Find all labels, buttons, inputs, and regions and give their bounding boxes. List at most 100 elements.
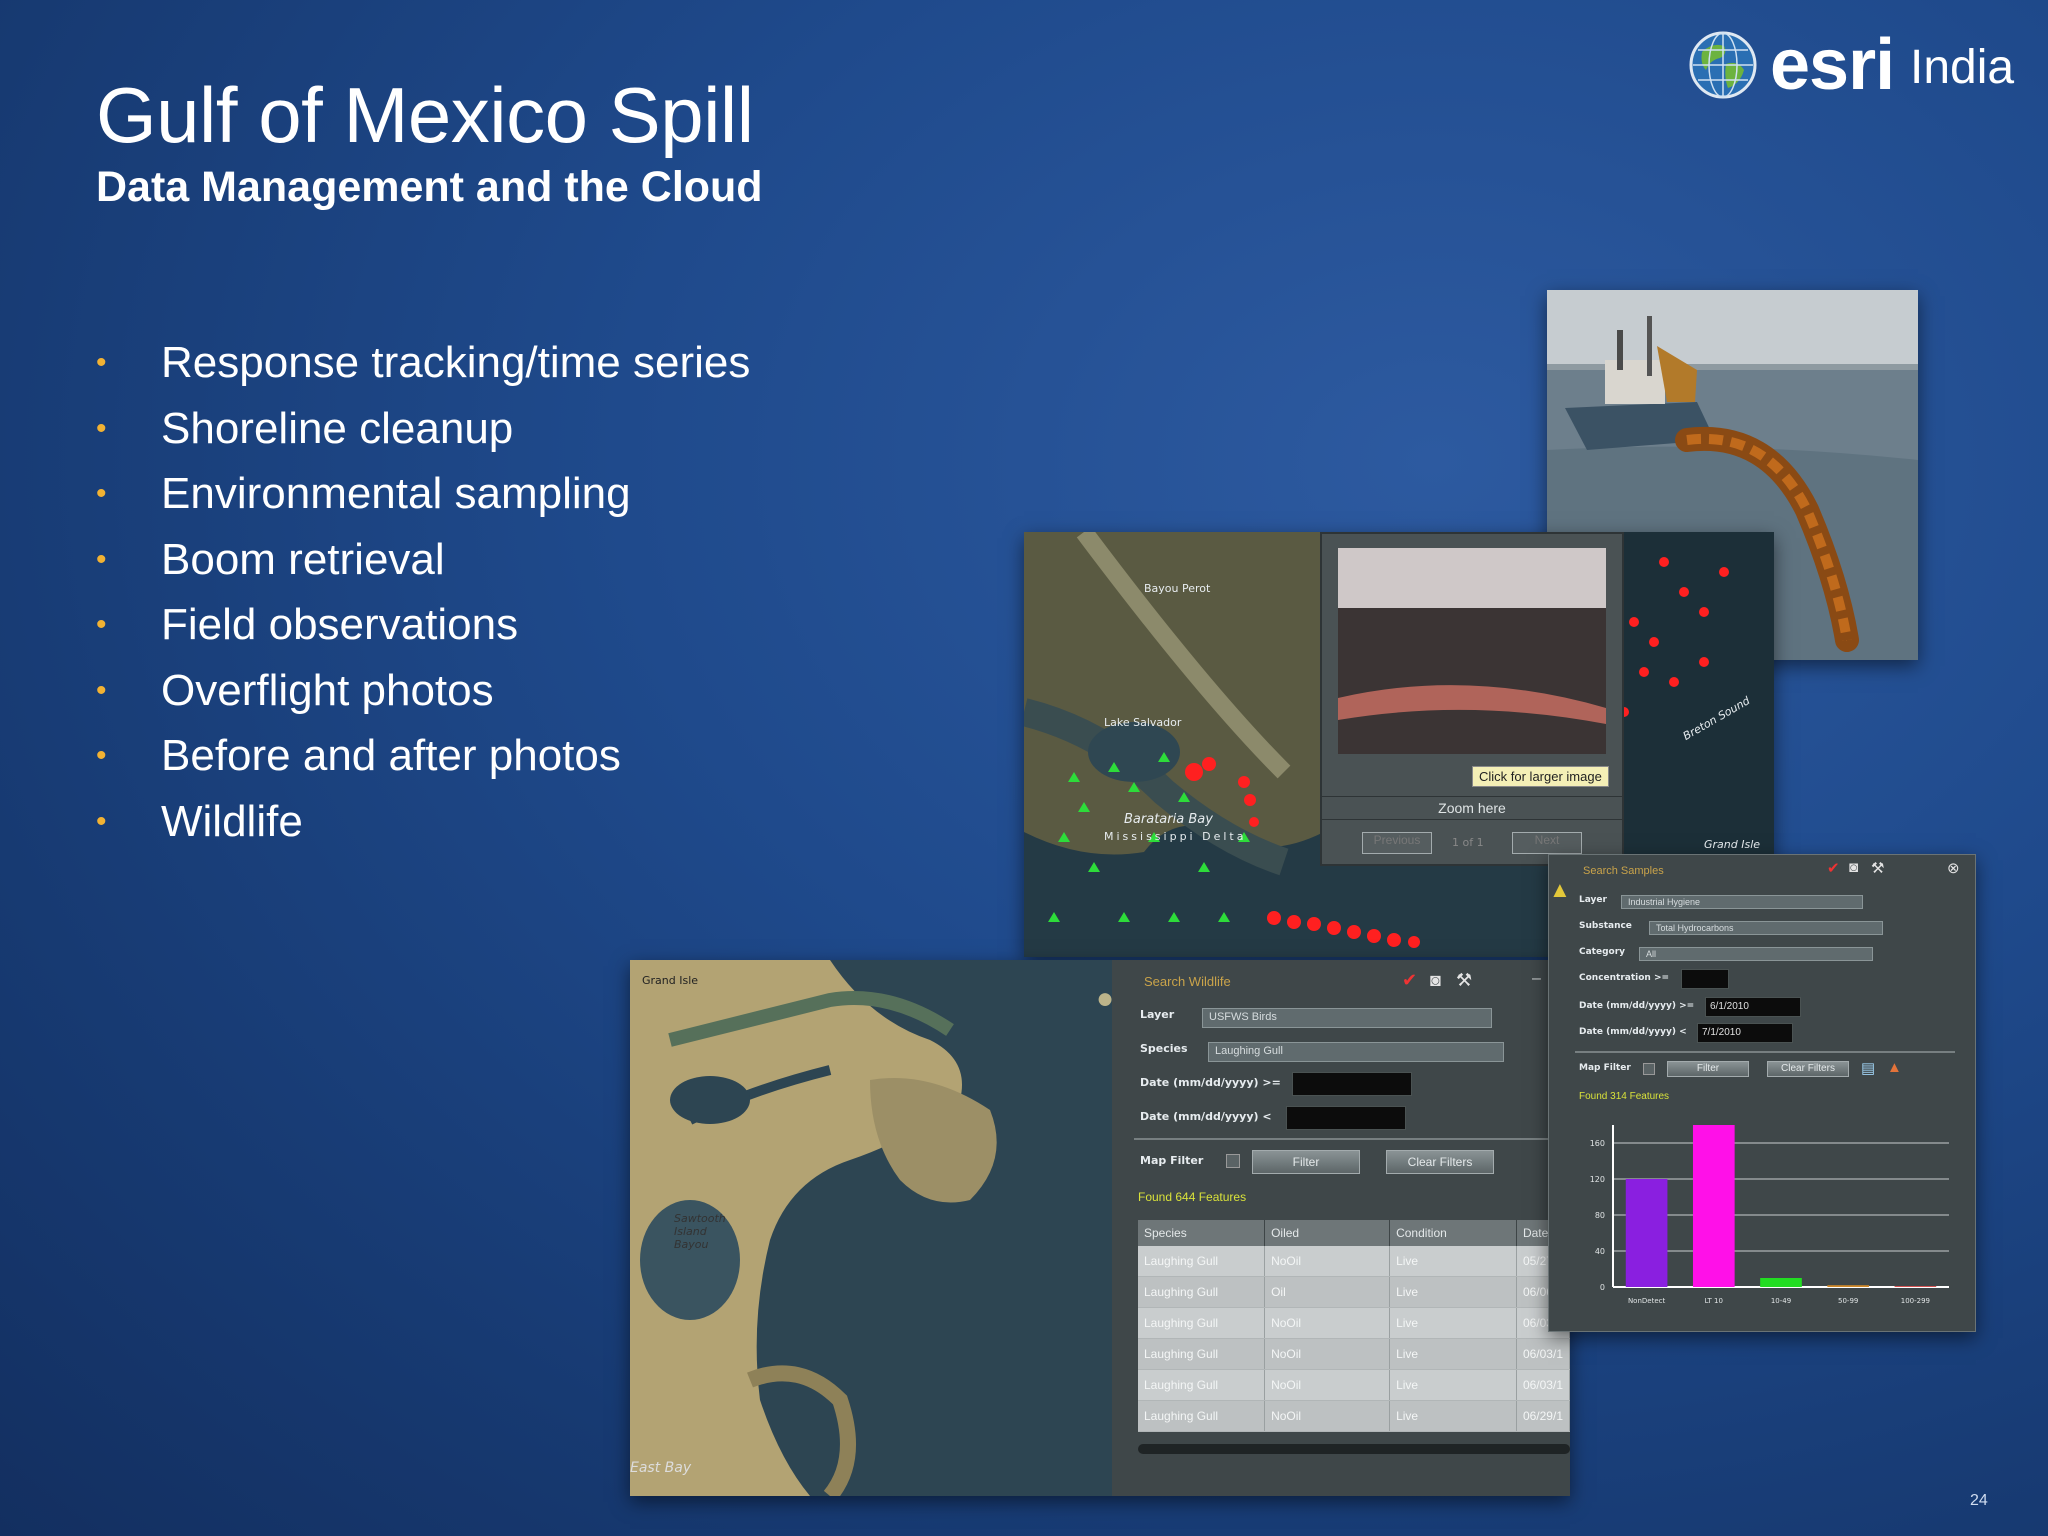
- category-label: Category: [1579, 947, 1626, 957]
- tools-icon[interactable]: ⚒: [1871, 859, 1884, 877]
- chart-bar: [1827, 1285, 1870, 1287]
- table-cell: Laughing Gull: [1138, 1246, 1266, 1277]
- table-cell: NoOil: [1264, 1338, 1391, 1370]
- bullet-marker: •: [96, 542, 107, 576]
- map-filter-label: Map Filter: [1140, 1154, 1204, 1167]
- concentration-label: Concentration >=: [1579, 973, 1670, 983]
- map-label-grand: Grand Isle: [1704, 838, 1761, 851]
- checkmark-icon[interactable]: ✔: [1402, 970, 1417, 991]
- layer-select[interactable]: USFWS Birds: [1202, 1008, 1492, 1028]
- wildlife-label-sawtooth: Sawtooth Island Bayou: [674, 1212, 726, 1251]
- date-to-input[interactable]: [1286, 1106, 1406, 1130]
- table-cell: Laughing Gull: [1138, 1307, 1266, 1339]
- bullet-marker: •: [96, 739, 107, 772]
- page-number: 24: [1970, 1492, 1988, 1509]
- bullet-item: • Boom retrieval: [96, 527, 750, 593]
- samples-divider: [1575, 1051, 1955, 1053]
- bullet-marker: •: [96, 673, 107, 707]
- y-tick-label: 120: [1590, 1175, 1605, 1184]
- y-tick-label: 0: [1600, 1283, 1605, 1292]
- search-samples-title: Search Samples: [1583, 865, 1664, 877]
- category-select[interactable]: All: [1639, 947, 1873, 961]
- filter-button[interactable]: Filter: [1252, 1150, 1360, 1174]
- binoculars-icon[interactable]: ◙: [1849, 859, 1858, 876]
- samples-date-to-input[interactable]: 7/1/2010: [1697, 1023, 1793, 1043]
- popup-photo-thumbnail[interactable]: [1338, 548, 1606, 754]
- zoom-here-link[interactable]: Zoom here: [1322, 796, 1622, 820]
- bullet-text: Overflight photos: [161, 665, 494, 715]
- table-row[interactable]: Laughing Gull NoOil Live 06/03/1: [1138, 1369, 1570, 1401]
- table-cell: Laughing Gull: [1138, 1400, 1266, 1432]
- x-tick-label: 100-299: [1901, 1297, 1930, 1305]
- samples-date-from-input[interactable]: 6/1/2010: [1705, 997, 1801, 1017]
- concentration-input[interactable]: [1681, 969, 1729, 989]
- table-row[interactable]: Laughing Gull NoOil Live 06/03/1: [1138, 1338, 1570, 1370]
- chart-bar: [1894, 1286, 1937, 1287]
- column-header[interactable]: Condition: [1389, 1220, 1517, 1246]
- column-header[interactable]: Oiled: [1264, 1220, 1391, 1246]
- bullet-text: Wildlife: [161, 796, 303, 846]
- bell-icon: ▲: [1549, 877, 1571, 902]
- samples-date-to-label: Date (mm/dd/yyyy) <: [1579, 1027, 1687, 1037]
- bullet-text: Shoreline cleanup: [161, 403, 514, 453]
- chart-view-icon[interactable]: ▲: [1887, 1059, 1902, 1076]
- table-header-row: Species Oiled Condition Date: [1138, 1220, 1570, 1246]
- wildlife-results-table[interactable]: Species Oiled Condition Date Laughing Gu…: [1138, 1220, 1570, 1432]
- table-horizontal-scrollbar[interactable]: [1138, 1444, 1570, 1454]
- samples-layer-select[interactable]: Industrial Hygiene: [1621, 895, 1863, 909]
- close-icon[interactable]: ⊗: [1947, 859, 1960, 877]
- bullet-item: • Before and after photos: [96, 723, 750, 789]
- table-cell: Live: [1389, 1307, 1517, 1339]
- table-cell: Live: [1389, 1369, 1517, 1401]
- column-header[interactable]: Species: [1138, 1220, 1266, 1246]
- map-filter-checkbox[interactable]: [1226, 1154, 1240, 1168]
- bullet-item: • Field observations: [96, 592, 750, 658]
- binoculars-icon[interactable]: ◙: [1430, 970, 1441, 991]
- y-tick-label: 40: [1595, 1247, 1605, 1256]
- species-label: Species: [1140, 1042, 1188, 1055]
- clear-filters-button[interactable]: Clear Filters: [1386, 1150, 1494, 1174]
- chart-bar: [1625, 1179, 1668, 1287]
- date-from-input[interactable]: [1292, 1072, 1412, 1096]
- x-tick-label: 50-99: [1838, 1297, 1858, 1305]
- bullet-text: Field observations: [161, 600, 519, 649]
- table-cell: NoOil: [1264, 1369, 1391, 1401]
- y-tick-label: 160: [1590, 1139, 1605, 1148]
- panel-divider: [1134, 1138, 1570, 1140]
- checkmark-icon[interactable]: ✔: [1827, 859, 1840, 877]
- popup-tooltip: Click for larger image: [1472, 766, 1609, 787]
- search-wildlife-title: Search Wildlife: [1144, 974, 1231, 989]
- table-cell: Live: [1389, 1400, 1517, 1432]
- table-row[interactable]: Laughing Gull NoOil Live 06/29/1: [1138, 1400, 1570, 1432]
- substance-label: Substance: [1579, 921, 1632, 931]
- samples-filter-button[interactable]: Filter: [1667, 1061, 1749, 1077]
- bullet-text: Response tracking/time series: [161, 338, 751, 387]
- table-row[interactable]: Laughing Gull NoOil Live 05/27/1: [1138, 1246, 1570, 1277]
- popup-previous-button[interactable]: Previous: [1362, 832, 1432, 854]
- popup-next-button[interactable]: Next: [1512, 832, 1582, 854]
- y-tick-label: 80: [1595, 1211, 1605, 1220]
- photo-popup[interactable]: Click for larger image Zoom here Previou…: [1320, 532, 1624, 866]
- logo-region: India: [1910, 41, 2015, 94]
- bullet-list: • Response tracking/time series • Shorelin…: [96, 330, 750, 854]
- samples-clear-filters-button[interactable]: Clear Filters: [1767, 1061, 1849, 1077]
- wildlife-label-grand-isle: Grand Isle: [642, 974, 699, 987]
- minimize-icon[interactable]: –: [1532, 970, 1541, 988]
- table-cell: Live: [1389, 1276, 1517, 1308]
- turtle-icon: ●: [1096, 982, 1115, 1015]
- globe-icon: [1689, 31, 1757, 99]
- table-cell: Oil: [1264, 1276, 1391, 1308]
- slide-title: Gulf of Mexico Spill: [96, 71, 754, 159]
- table-row[interactable]: Laughing Gull NoOil Live 06/03/1: [1138, 1307, 1570, 1339]
- tools-icon[interactable]: ⚒: [1456, 970, 1472, 991]
- species-select[interactable]: Laughing Gull: [1208, 1042, 1504, 1062]
- samples-map-filter-label: Map Filter: [1579, 1063, 1631, 1073]
- table-view-icon[interactable]: ▤: [1861, 1059, 1875, 1077]
- wildlife-label-east-bay: East Bay: [630, 1460, 692, 1476]
- substance-select[interactable]: Total Hydrocarbons: [1649, 921, 1883, 935]
- samples-map-filter-checkbox[interactable]: [1643, 1063, 1655, 1075]
- samples-bar-chart[interactable]: 0 40 80 120 160 NonDetect LT 10 10-49 50-99 100-2…: [1579, 1117, 1959, 1317]
- table-row[interactable]: Laughing Gull Oil Live 06/06/1: [1138, 1276, 1570, 1308]
- wildlife-search-app: Grand Isle Sawtooth Island Bayou East Ba…: [630, 960, 1570, 1496]
- logo-brand: esri: [1770, 25, 1895, 105]
